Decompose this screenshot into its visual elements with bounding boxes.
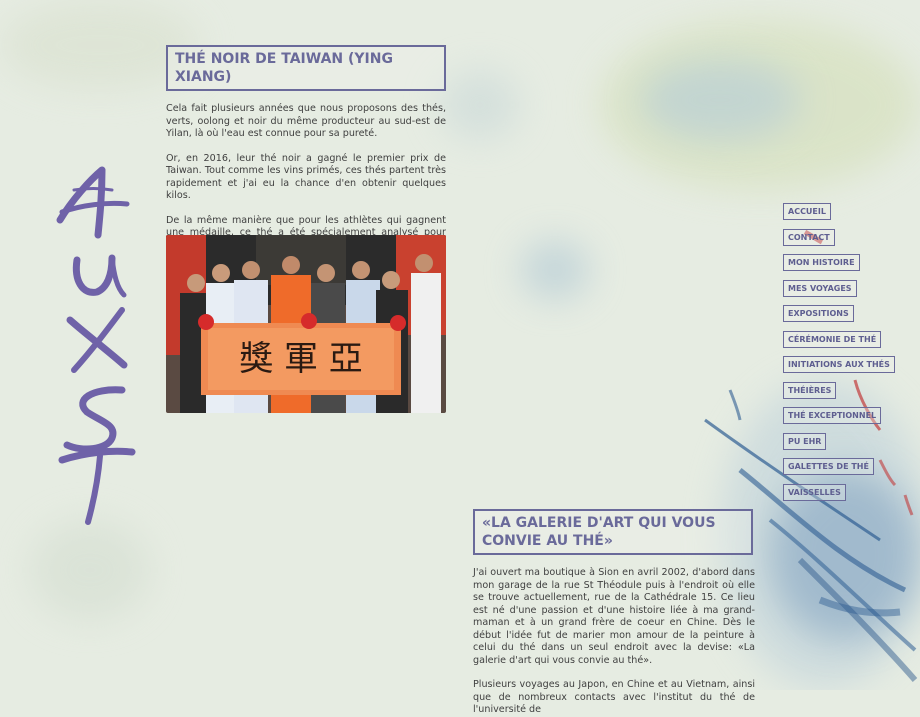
paragraph: Cela fait plusieurs années que nous prop… bbox=[166, 103, 446, 139]
nav-item-the-exceptionnel[interactable]: THÉ EXCEPTIONNEL bbox=[783, 407, 882, 424]
nav-item-expositions[interactable]: EXPOSITIONS bbox=[783, 305, 854, 322]
nav-item-mon-histoire[interactable]: MON HISTOIRE bbox=[783, 254, 860, 271]
main-nav: ACCUEIL CONTACT MON HISTOIRE MES VOYAGES… bbox=[783, 199, 903, 505]
section-title: THÉ NOIR DE TAIWAN (YING XIANG) bbox=[166, 45, 446, 91]
nav-item-mes-voyages[interactable]: MES VOYAGES bbox=[783, 279, 857, 297]
nav-item-galettes-de-the[interactable]: GALETTES DE THÉ bbox=[783, 458, 874, 475]
calligraphy-logo bbox=[56, 166, 136, 525]
paragraph: Or, en 2016, leur thé noir a gagné le pr… bbox=[166, 152, 446, 202]
award-photo: 獎 軍 亞 bbox=[166, 235, 446, 413]
nav-item-contact[interactable]: CONTACT bbox=[783, 228, 835, 246]
section-tea-taiwan: THÉ NOIR DE TAIWAN (YING XIANG) Cela fai… bbox=[166, 45, 446, 265]
nav-item-ceremonie-de-the[interactable]: CÉRÉMONIE DE THÉ bbox=[783, 330, 882, 348]
photo-image: 獎 軍 亞 bbox=[166, 235, 446, 413]
section-gallery: «LA GALERIE D'ART QUI VOUS CONVIE AU THÉ… bbox=[473, 509, 755, 717]
paragraph: J'ai ouvert ma boutique à Sion en avril … bbox=[473, 567, 755, 666]
banner-text: 獎 軍 亞 bbox=[239, 339, 363, 379]
nav-item-initiations-aux-thes[interactable]: INITIATIONS AUX THÉS bbox=[783, 356, 895, 373]
nav-item-vaisselles[interactable]: VAISSELLES bbox=[783, 483, 846, 501]
nav-item-accueil[interactable]: ACCUEIL bbox=[783, 203, 831, 220]
nav-item-theieres[interactable]: THÉIÈRES bbox=[783, 381, 837, 399]
section-title: «LA GALERIE D'ART QUI VOUS CONVIE AU THÉ… bbox=[473, 509, 753, 555]
nav-item-pu-ehr[interactable]: PU EHR bbox=[783, 432, 827, 450]
paragraph: Plusieurs voyages au Japon, en Chine et … bbox=[473, 679, 755, 715]
